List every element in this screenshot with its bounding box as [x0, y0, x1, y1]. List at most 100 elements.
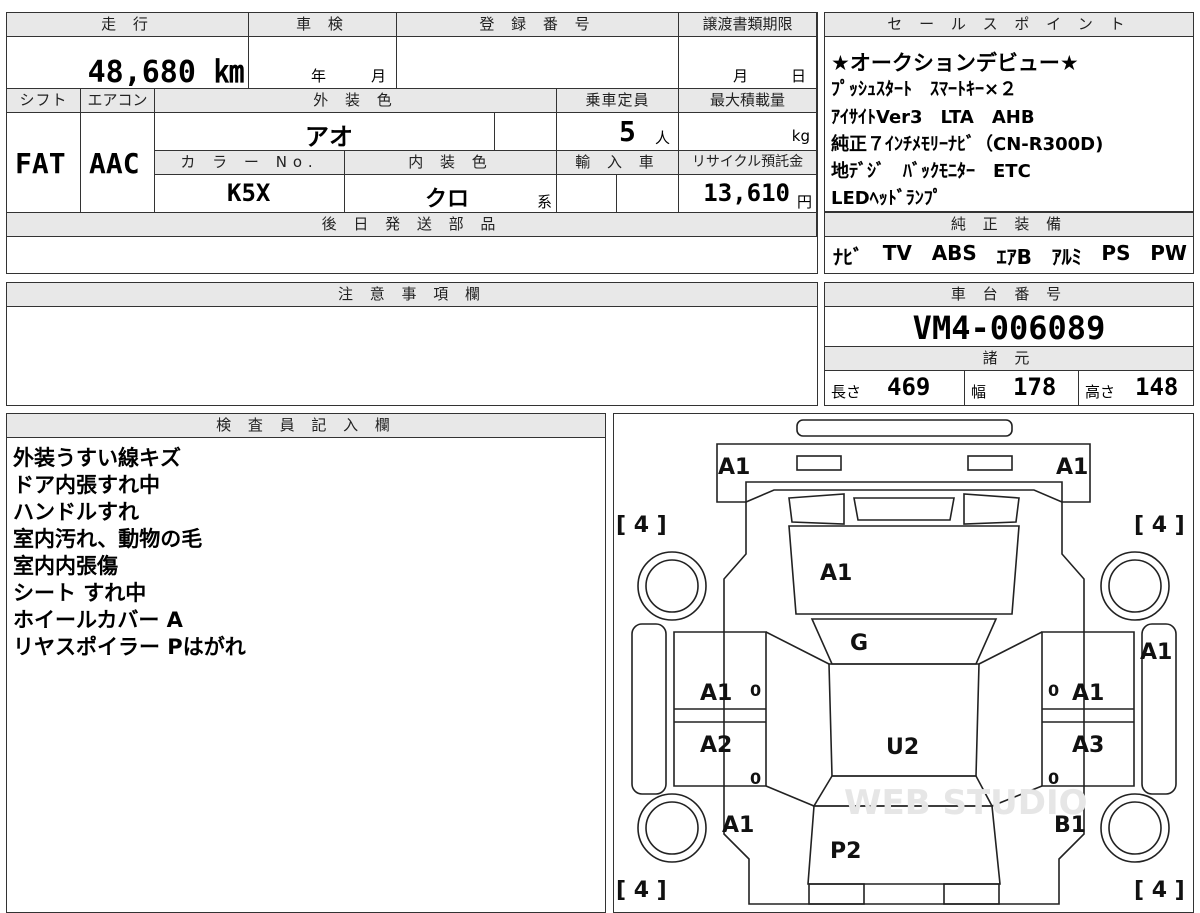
- equipment-item: PS: [1101, 241, 1131, 265]
- shaken-year-unit: 年: [311, 67, 327, 85]
- interior-color-suffix: 系: [536, 193, 552, 211]
- damage-code-door-front-right: A1: [1072, 681, 1104, 706]
- transfer-month-unit: 月: [733, 67, 749, 85]
- color-number-header: カ ラ ー No.: [155, 151, 345, 175]
- mileage-value: 48,680 ㎞: [87, 55, 244, 89]
- exterior-color-header: 外 装 色: [155, 89, 557, 113]
- tire-front-right-label: [ 4 ]: [1134, 513, 1185, 538]
- max-load-cell: kg: [679, 113, 817, 151]
- tire-rear-left-label: [ 4 ]: [616, 878, 667, 903]
- specs-header: 諸 元: [825, 347, 1193, 371]
- equipment-item: ABS: [931, 241, 977, 265]
- inspector-note: シート すれ中: [13, 581, 147, 605]
- equipment-item: ｱﾙﾐ: [1051, 245, 1082, 269]
- damage-code-right-fender: A1: [1140, 640, 1172, 665]
- inspector-note: 室内内張傷: [13, 554, 118, 578]
- color-number-cell: K5X: [155, 175, 345, 213]
- inspector-note: ドア内張すれ中: [13, 473, 160, 497]
- chassis-number-cell: VM4-006089: [825, 307, 1193, 347]
- pillar-mark: 0: [1048, 681, 1059, 700]
- pillar-mark: 0: [1048, 769, 1059, 788]
- equipment-item: PW: [1150, 241, 1187, 265]
- import-header: 輸 入 車: [557, 151, 679, 175]
- color-number-value: K5X: [227, 179, 271, 207]
- damage-code-quarter-left: A1: [722, 813, 754, 838]
- height-label: 高さ: [1085, 383, 1116, 401]
- later-parts-header: 後 日 発 送 部 品: [7, 213, 817, 237]
- shaken-header: 車 検: [249, 13, 397, 37]
- recycle-fee-cell: 13,610 円: [679, 175, 817, 213]
- inspector-note: 室内汚れ、動物の毛: [13, 527, 203, 551]
- pillar-mark: 0: [750, 681, 761, 700]
- ac-header: エアコン: [81, 89, 155, 113]
- import-cell-b: [617, 175, 679, 213]
- height-cell: 高さ 148: [1079, 371, 1193, 405]
- inspector-notes-box: 検 査 員 記 入 欄 外装うすい線キズ ドア内張すれ中 ハンドルすれ 室内汚れ…: [6, 413, 606, 913]
- damage-code-door-rear-right: A3: [1072, 733, 1104, 758]
- shift-cell: FAT: [7, 113, 81, 213]
- width-label: 幅: [971, 383, 987, 401]
- sales-point-line: ｱｲｻｲﾄVer3 LTA AHB: [831, 107, 1035, 128]
- damage-code-front-bumper-left: A1: [718, 455, 750, 480]
- interior-color-header: 内 装 色: [345, 151, 557, 175]
- equipment-item: TV: [882, 241, 912, 265]
- sales-point-line: 純正７ｲﾝﾁﾒﾓﾘｰﾅﾋﾞ（CN-R300D): [831, 134, 1104, 155]
- capacity-unit: 人: [655, 129, 671, 147]
- width-cell: 幅 178: [965, 371, 1079, 405]
- transfer-deadline-header: 譲渡書類期限: [679, 13, 817, 37]
- damage-code-windshield: G: [850, 631, 868, 656]
- damage-code-trunk: P2: [830, 839, 861, 864]
- damage-code-roof: U2: [886, 735, 919, 760]
- exterior-color-value: アオ: [305, 123, 353, 151]
- ac-cell: AAC: [81, 113, 155, 213]
- recycle-fee-unit: 円: [796, 193, 812, 211]
- inspector-note: ホイールカバー A: [13, 608, 183, 632]
- equipment-item: ｴｱB: [996, 245, 1032, 269]
- caution-box: 注 意 事 項 欄: [6, 282, 818, 406]
- sales-point-line: ﾌﾟｯｼｭｽﾀｰﾄ ｽﾏｰﾄｷｰ×２: [831, 79, 1018, 100]
- recycle-fee-header: リサイクル預託金: [679, 151, 817, 175]
- exterior-color-cell: アオ: [155, 113, 495, 151]
- shift-header: シフト: [7, 89, 81, 113]
- exterior-extra-cell: [495, 113, 557, 151]
- car-diagram: WEB STUDIO [ 4 ] [ 4 ] [ 4 ] [ 4 ] A1 A1…: [616, 419, 1185, 905]
- mileage-cell: 48,680 ㎞: [7, 37, 249, 89]
- interior-color-value: クロ: [425, 187, 470, 212]
- diagram-watermark: WEB STUDIO: [844, 783, 1088, 823]
- sales-point-line: 地ﾃﾞｼﾞ ﾊﾞｯｸﾓﾆﾀｰ ETC: [831, 161, 1031, 182]
- length-value: 469: [887, 373, 931, 401]
- inspector-note: ハンドルすれ: [13, 500, 139, 524]
- pillar-mark: 0: [750, 769, 761, 788]
- transfer-deadline-cell: 月 日: [679, 37, 817, 89]
- equipment-box: 純 正 装 備 ﾅﾋﾞ TV ABS ｴｱB ｱﾙﾐ PS PW: [824, 212, 1194, 274]
- damage-code-front-bumper-right: A1: [1056, 455, 1088, 480]
- inspector-notes-header: 検 査 員 記 入 欄: [7, 414, 605, 438]
- damage-code-door-rear-left: A2: [700, 733, 732, 758]
- sales-point-line: LEDﾍｯﾄﾞﾗﾝﾌﾟ: [831, 188, 942, 209]
- transfer-day-unit: 日: [791, 67, 807, 85]
- sales-points-box: セ ー ル ス ポ イ ン ト ★オークションデビュー★ ﾌﾟｯｼｭｽﾀｰﾄ ｽ…: [824, 12, 1194, 212]
- registration-cell: [397, 37, 679, 89]
- chassis-number-header: 車 台 番 号: [825, 283, 1193, 307]
- equipment-item: ﾅﾋﾞ: [833, 245, 863, 269]
- capacity-value: 5: [619, 115, 636, 148]
- length-cell: 長さ 469: [825, 371, 965, 405]
- damage-code-hood: A1: [820, 561, 852, 586]
- capacity-cell: 5 人: [557, 113, 679, 151]
- equipment-header: 純 正 装 備: [825, 213, 1193, 237]
- shift-value: FAT: [15, 147, 66, 180]
- mileage-header: 走 行: [7, 13, 249, 37]
- tire-front-left-label: [ 4 ]: [616, 513, 667, 538]
- ac-value: AAC: [89, 147, 140, 180]
- recycle-fee-value: 13,610: [703, 179, 790, 207]
- inspector-note: 外装うすい線キズ: [13, 446, 181, 470]
- damage-code-quarter-right: B1: [1054, 813, 1086, 838]
- vehicle-info-table: 走 行 車 検 登 録 番 号 譲渡書類期限 48,680 ㎞ 年 月 月 日 …: [6, 12, 818, 274]
- registration-header: 登 録 番 号: [397, 13, 679, 37]
- inspector-note: リヤスポイラー Pはがれ: [13, 635, 246, 659]
- chassis-box: 車 台 番 号 VM4-006089 諸 元 長さ 469 幅 178 高さ 1…: [824, 282, 1194, 406]
- equipment-list: ﾅﾋﾞ TV ABS ｴｱB ｱﾙﾐ PS PW: [833, 241, 1187, 270]
- interior-color-cell: クロ 系: [345, 175, 557, 213]
- max-load-header: 最大積載量: [679, 89, 817, 113]
- damage-code-door-front-left: A1: [700, 681, 732, 706]
